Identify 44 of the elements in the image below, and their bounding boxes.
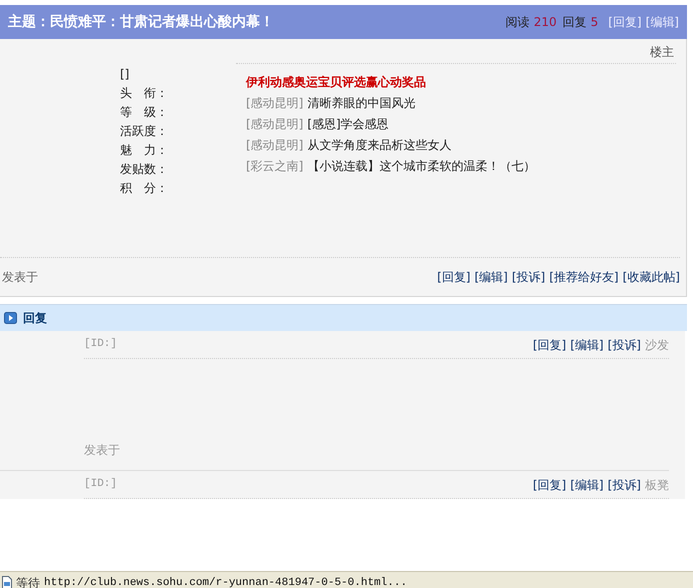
floor-label: 沙发 bbox=[645, 338, 669, 352]
profile-label: 积 分： bbox=[120, 181, 168, 195]
post-action-link[interactable]: [推荐给好友] bbox=[549, 270, 619, 284]
page-icon bbox=[2, 576, 12, 588]
stat-label: 阅读 bbox=[506, 14, 530, 31]
reply-action-link[interactable]: [回复] bbox=[532, 338, 566, 352]
status-text: 等待 bbox=[16, 576, 40, 588]
reply-id: [ID:] bbox=[84, 337, 118, 352]
topic-link[interactable]: 从文学角度来品析这些女人 bbox=[307, 138, 452, 152]
reply-action-link[interactable]: [编辑] bbox=[570, 478, 604, 492]
profile-label: 发贴数： bbox=[120, 162, 168, 176]
category-tag: [感动昆明] bbox=[246, 117, 304, 131]
floor-label: 楼主 bbox=[650, 45, 674, 59]
replies-title: 回复 bbox=[23, 310, 47, 327]
stat-label: 回复 bbox=[562, 14, 587, 31]
topic-link[interactable]: 【小说连载】这个城市柔软的温柔！（七） bbox=[307, 159, 536, 173]
topic-link[interactable]: [感恩]学会感恩 bbox=[307, 117, 389, 131]
post-action-link[interactable]: [投诉] bbox=[512, 270, 546, 284]
profile-label: 魅 力： bbox=[120, 143, 168, 157]
posted-label: 发表于 bbox=[84, 443, 120, 457]
play-icon bbox=[4, 312, 17, 324]
post-action-link[interactable]: [回复] bbox=[437, 270, 470, 284]
topic-link[interactable]: 清晰养眼的中国风光 bbox=[307, 96, 416, 110]
author-id: [] bbox=[120, 67, 130, 81]
reply-action-link[interactable]: [投诉] bbox=[608, 338, 641, 352]
post-action-link[interactable]: [编辑] bbox=[474, 270, 508, 284]
reply-action-link[interactable]: [编辑] bbox=[570, 338, 604, 352]
profile-label: 等 级： bbox=[120, 105, 168, 119]
profile-label: 活跃度： bbox=[120, 124, 168, 138]
category-tag: [彩云之南] bbox=[246, 159, 304, 173]
reply-id: [ID:] bbox=[84, 477, 118, 492]
reply-action-link[interactable]: [投诉] bbox=[608, 478, 641, 492]
stat-value: 210 bbox=[534, 14, 557, 31]
reply-action-link[interactable]: [回复] bbox=[532, 478, 566, 492]
post-action-link[interactable]: [收藏此帖] bbox=[622, 270, 680, 284]
floor-label: 板凳 bbox=[645, 478, 669, 492]
stat-value: 5 bbox=[590, 14, 598, 31]
status-url: http://club.news.sohu.com/r-yunnan-481947-0-5-0.html... bbox=[44, 576, 408, 588]
topic-title: 主题：民愤难平：甘肃记者爆出心酸内幕！ bbox=[8, 12, 274, 32]
promo-link[interactable]: 伊利动感奥运宝贝评选赢心动奖品 bbox=[246, 75, 426, 89]
profile-label: 头 衔： bbox=[120, 86, 168, 100]
posted-label: 发表于 bbox=[2, 269, 38, 286]
category-tag: [感动昆明] bbox=[246, 138, 304, 152]
category-tag: [感动昆明] bbox=[246, 96, 304, 110]
